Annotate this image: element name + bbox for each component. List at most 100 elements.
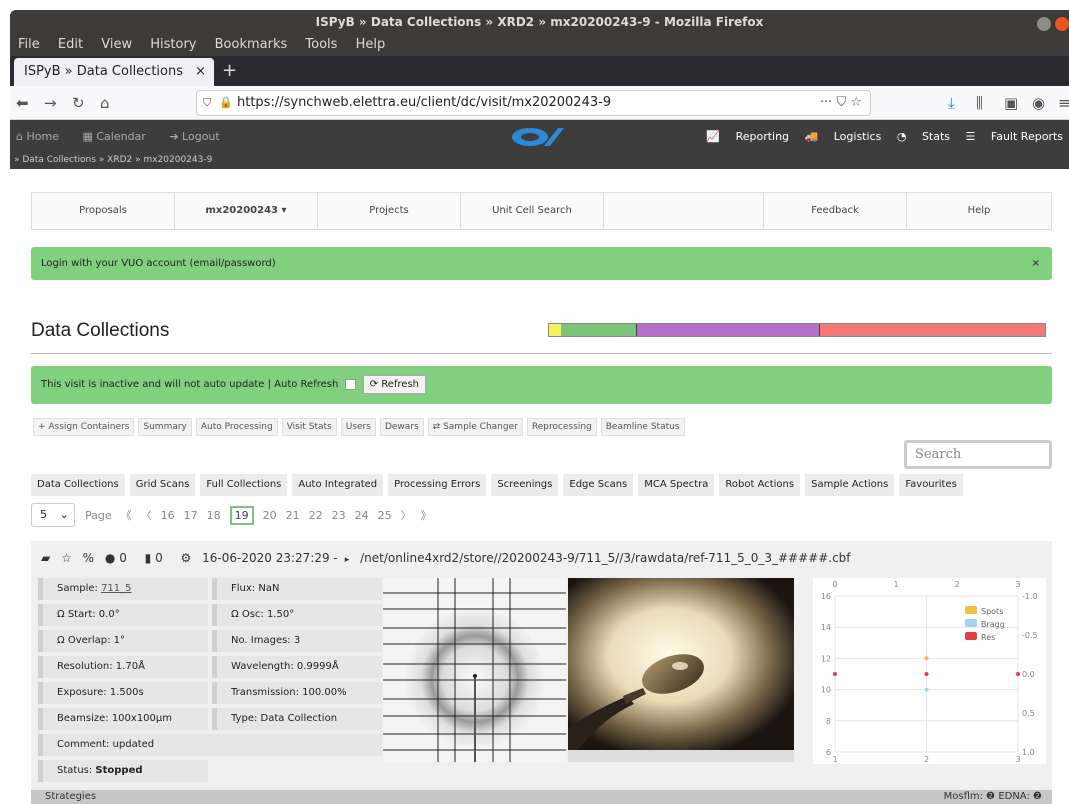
page-link[interactable]: 21 bbox=[286, 509, 300, 522]
reporting-link[interactable]: 📈 Reporting bbox=[706, 130, 789, 143]
minimize-icon[interactable] bbox=[1037, 17, 1051, 31]
download-icon[interactable]: ⤓ bbox=[948, 94, 955, 112]
stats-label: Stats bbox=[921, 130, 951, 143]
back-icon[interactable]: ⬅ bbox=[16, 94, 29, 112]
settings-gear-icon[interactable]: ⚙ bbox=[181, 551, 192, 565]
menu-bookmarks[interactable]: Bookmarks bbox=[215, 37, 288, 52]
hamburger-menu-icon[interactable]: ≡ bbox=[1058, 94, 1069, 112]
page-link[interactable]: 24 bbox=[355, 509, 369, 522]
new-tab-button[interactable]: + bbox=[222, 58, 237, 84]
tab-auto-integrated[interactable]: Auto Integrated bbox=[292, 474, 384, 496]
tab-sample-actions[interactable]: Sample Actions bbox=[805, 474, 895, 496]
app-logo[interactable] bbox=[508, 126, 568, 148]
page-title: Data Collections bbox=[31, 320, 170, 341]
lock-icon[interactable]: 🔒 bbox=[219, 91, 233, 115]
menu-feedback[interactable]: Feedback bbox=[764, 193, 907, 229]
logout-link[interactable]: ➔ Logout bbox=[169, 130, 229, 143]
menu-proposal-select[interactable]: mx20200243 ▾ bbox=[175, 193, 318, 229]
visit-stats-button[interactable]: Visit Stats bbox=[281, 418, 337, 436]
tab-processing-errors[interactable]: Processing Errors bbox=[388, 474, 487, 496]
diffraction-image[interactable] bbox=[383, 578, 566, 762]
assign-containers-button[interactable]: + Assign Containers bbox=[33, 418, 135, 436]
per-page-select[interactable]: 5 ⌄ bbox=[31, 503, 75, 527]
dewars-button[interactable]: Dewars bbox=[379, 418, 424, 436]
strategies-bar[interactable]: Strategies Mosflm: ❷ EDNA: ❷ bbox=[31, 790, 1052, 804]
sample-changer-button[interactable]: ⇄ Sample Changer bbox=[427, 418, 523, 436]
first-page-link[interactable]: 《 bbox=[121, 507, 132, 523]
menu-file[interactable]: File bbox=[18, 37, 40, 52]
forward-icon[interactable]: → bbox=[44, 94, 57, 112]
tab-mca-spectra[interactable]: MCA Spectra bbox=[638, 474, 715, 496]
page-link[interactable]: 22 bbox=[309, 509, 323, 522]
shield-icon[interactable]: ⛉ bbox=[203, 91, 211, 115]
comment-field[interactable]: Comment: updated bbox=[38, 734, 382, 756]
tab-full-collections[interactable]: Full Collections bbox=[200, 474, 288, 496]
close-window-icon[interactable] bbox=[1055, 17, 1069, 31]
progress-segment-red bbox=[820, 324, 1045, 336]
auto-refresh-checkbox[interactable] bbox=[344, 378, 356, 390]
page-link[interactable]: 16 bbox=[161, 509, 175, 522]
reprocessing-button[interactable]: Reprocessing bbox=[526, 418, 597, 436]
menu-history[interactable]: History bbox=[150, 37, 196, 52]
next-page-link[interactable]: 〉 bbox=[401, 507, 412, 523]
tab-close-icon[interactable]: × bbox=[195, 58, 206, 86]
comments-icon[interactable]: ● 0 bbox=[105, 551, 134, 565]
legend-swatch-spots bbox=[965, 606, 977, 614]
menu-unit-cell-search[interactable]: Unit Cell Search bbox=[461, 193, 604, 229]
snapshot-scrollbar[interactable] bbox=[568, 750, 794, 762]
page-link[interactable]: 18 bbox=[207, 509, 221, 522]
tab-grid-scans[interactable]: Grid Scans bbox=[129, 474, 196, 496]
url-bar[interactable]: ⛉ 🔒 https://synchweb.elettra.eu/client/d… bbox=[196, 90, 871, 116]
page-actions[interactable]: ··· ⛉ ☆ bbox=[820, 91, 862, 115]
attachments-icon[interactable]: ▮ 0 bbox=[145, 551, 170, 565]
tab-data-collections[interactable]: Data Collections bbox=[31, 474, 125, 496]
breadcrumb[interactable]: » Data Collections » XRD2 » mx20200243-9 bbox=[10, 153, 1069, 169]
link-icon[interactable]: % bbox=[83, 551, 94, 565]
tab-robot-actions[interactable]: Robot Actions bbox=[719, 474, 801, 496]
menu-view[interactable]: View bbox=[101, 37, 132, 52]
refresh-button[interactable]: ⟳ Refresh bbox=[362, 374, 427, 394]
prev-page-link[interactable]: 〈 bbox=[141, 507, 152, 523]
stats-link[interactable]: ◔ Stats bbox=[897, 130, 950, 143]
expand-path-icon[interactable]: ▸ bbox=[345, 555, 350, 565]
browser-tab[interactable]: ISPyB » Data Collections × bbox=[14, 58, 214, 86]
summary-button[interactable]: Summary bbox=[138, 418, 192, 436]
menu-projects[interactable]: Projects bbox=[318, 193, 461, 229]
y-tick-right: 1.0 bbox=[1022, 748, 1035, 757]
sidebar-icon[interactable]: ▣ bbox=[1004, 94, 1018, 112]
tab-edge-scans[interactable]: Edge Scans bbox=[563, 474, 634, 496]
auto-processing-button[interactable]: Auto Processing bbox=[195, 418, 278, 436]
last-page-link[interactable]: 》 bbox=[421, 507, 432, 523]
menu-proposals[interactable]: Proposals bbox=[32, 193, 175, 229]
users-button[interactable]: Users bbox=[340, 418, 376, 436]
home-icon[interactable]: ⌂ bbox=[100, 94, 110, 112]
page-link[interactable]: 20 bbox=[263, 509, 277, 522]
page-link[interactable]: 23 bbox=[332, 509, 346, 522]
clipboard-icon[interactable]: ▰ bbox=[41, 551, 50, 565]
close-message-icon[interactable]: × bbox=[1032, 247, 1040, 280]
y-tick-left: 12 bbox=[821, 654, 831, 663]
library-icon[interactable]: ⫼ bbox=[976, 94, 983, 112]
fault-reports-link[interactable]: ☰ Fault Reports bbox=[966, 130, 1063, 143]
search-input[interactable]: Search bbox=[904, 440, 1052, 469]
menu-tools[interactable]: Tools bbox=[305, 37, 337, 52]
page-link[interactable]: 25 bbox=[378, 509, 392, 522]
menu-help[interactable]: Help bbox=[356, 37, 386, 52]
account-icon[interactable]: ◉ bbox=[1032, 94, 1045, 112]
sample-link[interactable]: 711_5 bbox=[101, 583, 131, 594]
menu-edit[interactable]: Edit bbox=[58, 37, 83, 52]
current-page-link[interactable]: 19 bbox=[229, 505, 254, 525]
page-link[interactable]: 17 bbox=[184, 509, 198, 522]
menu-help[interactable]: Help bbox=[907, 193, 1051, 229]
beamline-status-button[interactable]: Beamline Status bbox=[600, 418, 685, 436]
tab-favourites[interactable]: Favourites bbox=[899, 474, 963, 496]
logistics-link[interactable]: 🚚 Logistics bbox=[805, 130, 882, 143]
tab-screenings[interactable]: Screenings bbox=[491, 474, 559, 496]
type-field: Type: Data Collection bbox=[212, 708, 382, 730]
favourite-star-icon[interactable]: ☆ bbox=[61, 551, 72, 565]
home-link[interactable]: ⌂ Home bbox=[16, 130, 69, 143]
calendar-link[interactable]: ▦ Calendar bbox=[82, 130, 155, 143]
crystal-snapshot[interactable] bbox=[568, 578, 794, 750]
reload-icon[interactable]: ↻ bbox=[72, 94, 85, 112]
url-text[interactable]: https://synchweb.elettra.eu/client/dc/vi… bbox=[237, 95, 611, 110]
